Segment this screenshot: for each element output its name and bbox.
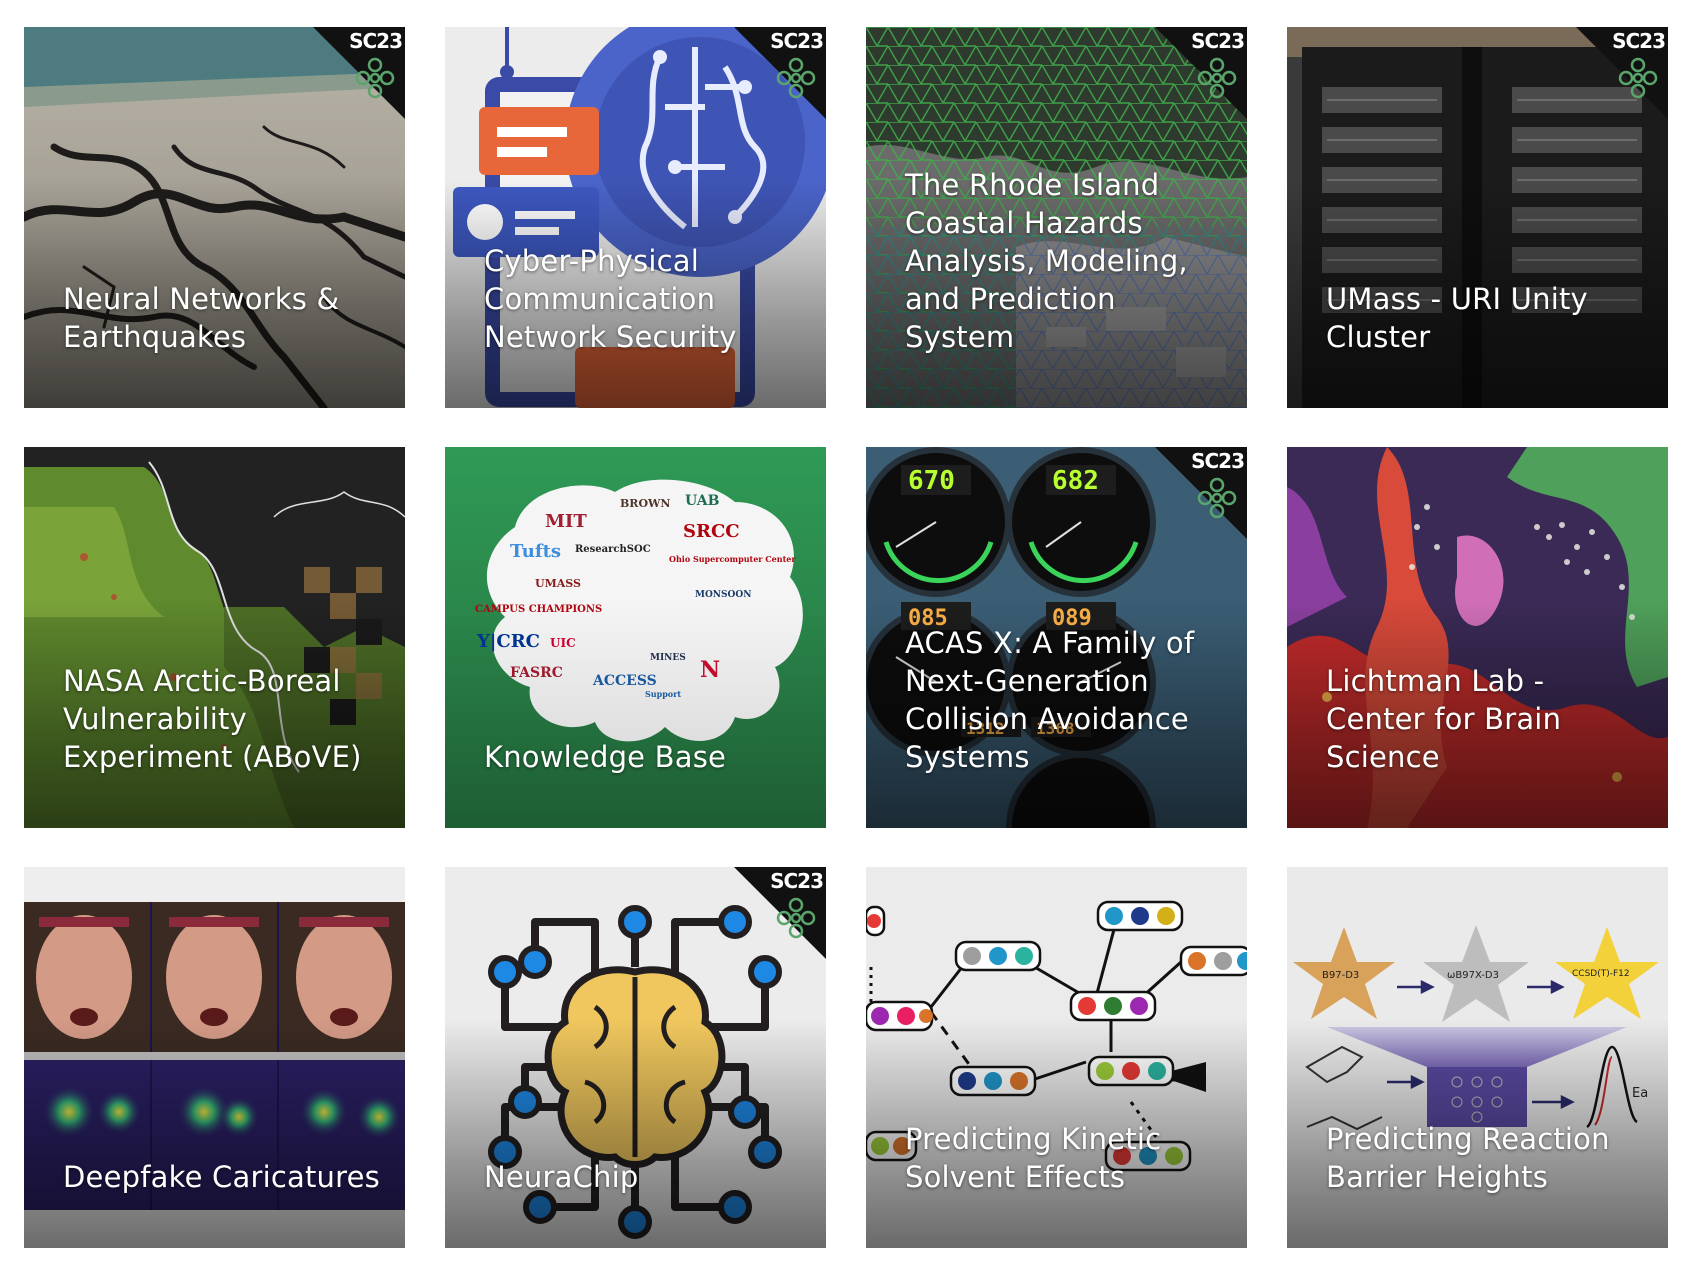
project-title: Lichtman Lab - Center for Brain Science <box>1326 664 1562 774</box>
logo-brown: BROWN <box>620 497 670 510</box>
logo-mines: MINES <box>650 653 686 663</box>
project-card-nasa-above[interactable]: NASA Arctic-Boreal Vulnerability Experim… <box>24 447 405 828</box>
project-card-neural-networks-earthquakes[interactable]: SC23 Neural Networks & Earthquakes <box>24 27 405 408</box>
label-wb97x-d3: ωB97X-D3 <box>1447 970 1499 981</box>
project-card-neurachip[interactable]: SC23 NeuraChip <box>445 867 826 1248</box>
project-grid: SC23 Neural Networks & Earthquakes SC23 … <box>0 0 1688 1266</box>
logo-uab: UAB <box>685 493 720 509</box>
project-card-lichtman-lab[interactable]: Lichtman Lab - Center for Brain Science <box>1287 447 1668 828</box>
sc23-logo-icon <box>776 897 816 939</box>
logo-umass: UMASS <box>535 577 581 590</box>
label-ccsd-t-f12: CCSD(T)-F12 <box>1572 969 1630 979</box>
logo-srcc: SRCC <box>683 521 740 542</box>
logo-fasrc: FASRC <box>510 665 563 681</box>
logo-n: N <box>700 657 720 683</box>
logo-osc: Ohio Supercomputer Center <box>669 554 796 564</box>
logo-access-support: Support <box>645 689 681 699</box>
sc23-logo-icon <box>776 57 816 99</box>
logo-uic: UIC <box>550 636 576 650</box>
project-card-cyber-physical-security[interactable]: SC23 Cyber-Physical Communication Networ… <box>445 27 826 408</box>
label-ea: Ea <box>1632 1086 1648 1101</box>
logo-mit: MIT <box>545 511 587 532</box>
sc23-logo-icon <box>1197 57 1237 99</box>
project-card-kinetic-solvent-effects[interactable]: Predicting Kinetic Solvent Effects <box>866 867 1247 1248</box>
project-title: NASA Arctic-Boreal Vulnerability Experim… <box>63 664 362 774</box>
sc23-logo-icon <box>1618 57 1658 99</box>
logo-researchsoc: ResearchSOC <box>575 544 651 555</box>
project-card-reaction-barrier-heights[interactable]: B97-D3 ωB97X-D3 CCSD(T)-F12 Ea Predictin… <box>1287 867 1668 1248</box>
project-title: Knowledge Base <box>484 740 727 774</box>
project-title: Neural Networks & Earthquakes <box>63 282 340 354</box>
project-card-umass-uri-unity-cluster[interactable]: SC23 UMass - URI Unity Cluster <box>1287 27 1668 408</box>
project-card-deepfake-caricatures[interactable]: Deepfake Caricatures <box>24 867 405 1248</box>
sc23-badge: SC23 <box>1155 27 1247 119</box>
sc23-badge: SC23 <box>1155 447 1247 539</box>
gauge-readout-670: 670 <box>908 466 955 496</box>
logo-monsoon: MONSOON <box>695 590 751 600</box>
project-title: Predicting Reaction Barrier Heights <box>1326 1122 1610 1194</box>
project-title: NeuraChip <box>484 1160 639 1194</box>
label-b97-d3: B97-D3 <box>1322 970 1359 981</box>
sc23-badge: SC23 <box>313 27 405 119</box>
logo-tufts: Tufts <box>510 541 561 562</box>
sc23-logo-icon <box>355 57 395 99</box>
sc23-badge: SC23 <box>734 27 826 119</box>
project-card-rhode-island-coastal-hazards[interactable]: SC23 The Rhode Island Coastal Hazards An… <box>866 27 1247 408</box>
project-title: ACAS X: A Family of Next-Generation Coll… <box>905 626 1195 774</box>
logo-access: ACCESS <box>592 673 657 689</box>
sc23-badge: SC23 <box>734 867 826 959</box>
project-title: Predicting Kinetic Solvent Effects <box>905 1122 1162 1194</box>
project-title: Cyber-Physical Communication Network Sec… <box>484 244 737 354</box>
project-card-knowledge-base[interactable]: MIT BROWN UAB SRCC Tufts ResearchSOC Ohi… <box>445 447 826 828</box>
logo-campus-champions: CAMPUS CHAMPIONS <box>475 604 602 615</box>
project-title: Deepfake Caricatures <box>63 1160 380 1194</box>
sc23-logo-icon <box>1197 477 1237 519</box>
project-title: The Rhode Island Coastal Hazards Analysi… <box>905 168 1188 354</box>
logo-ycrc: Y|CRC <box>476 631 540 652</box>
project-card-acas-x[interactable]: 670 682 085 089 1312 1368 SC23 ACAS X: A… <box>866 447 1247 828</box>
gauge-readout-682: 682 <box>1052 466 1099 496</box>
project-title: UMass - URI Unity Cluster <box>1326 282 1588 354</box>
sc23-badge: SC23 <box>1576 27 1668 119</box>
